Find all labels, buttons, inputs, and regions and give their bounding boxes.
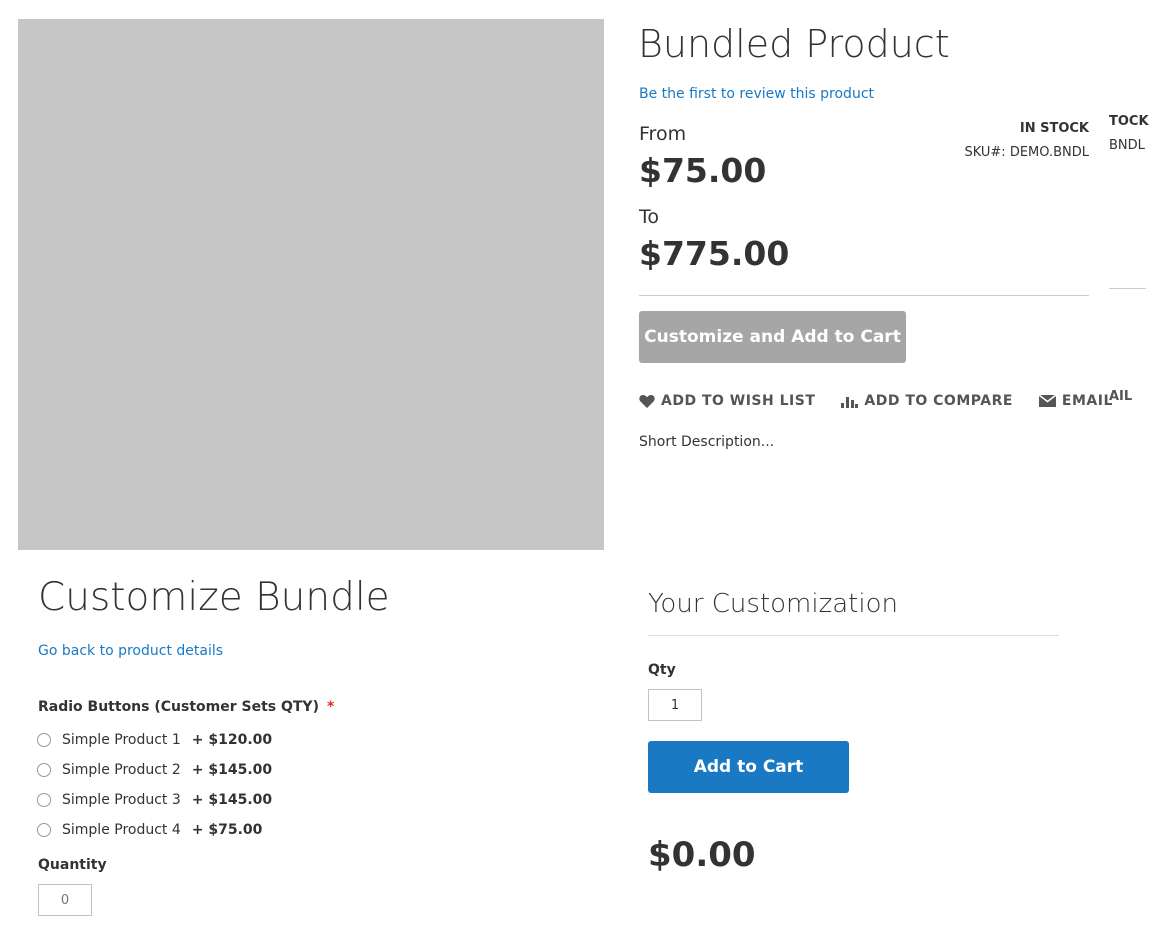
review-link[interactable]: Be the first to review this product	[639, 86, 874, 102]
divider	[648, 635, 1059, 636]
customize-add-to-cart-button[interactable]: Customize and Add to Cart	[639, 311, 906, 363]
bar-chart-icon	[841, 397, 859, 408]
sku-ghost: BNDL	[1109, 138, 1145, 153]
total-price: $0.00	[648, 835, 756, 875]
option-name: Simple Product 3	[62, 792, 181, 808]
add-to-compare-label: ADD TO COMPARE	[864, 393, 1013, 409]
option-name: Simple Product 4	[62, 822, 181, 838]
your-customization-title: Your Customization	[648, 589, 898, 619]
divider	[639, 295, 1089, 296]
envelope-icon	[1038, 395, 1056, 407]
short-description: Short Description...	[639, 434, 775, 450]
add-to-cart-button[interactable]: Add to Cart	[648, 741, 849, 793]
quantity-input[interactable]	[38, 884, 92, 916]
page-title: Bundled Product	[638, 22, 950, 66]
option-radio-2[interactable]	[37, 763, 51, 777]
product-image	[18, 19, 604, 550]
customize-bundle-title: Customize Bundle	[38, 575, 390, 620]
option-row: Simple Product 4 + $75.00	[37, 815, 272, 845]
option-price: + $120.00	[191, 732, 273, 748]
option-row: Simple Product 3 + $145.00	[37, 785, 272, 815]
price-from: $75.00	[639, 151, 767, 190]
qty-input[interactable]	[648, 689, 702, 721]
option-list: Simple Product 1 + $120.00 Simple Produc…	[37, 725, 272, 845]
price-from-label: From	[639, 123, 687, 145]
sku: SKU#: DEMO.BNDL	[964, 145, 1089, 160]
add-to-compare-link[interactable]: ADD TO COMPARE	[841, 393, 1013, 409]
option-radio-3[interactable]	[37, 793, 51, 807]
option-title: Radio Buttons (Customer Sets QTY) *	[38, 699, 334, 715]
option-name: Simple Product 2	[62, 762, 181, 778]
back-to-details-link[interactable]: Go back to product details	[38, 643, 223, 659]
option-name: Simple Product 1	[62, 732, 181, 748]
option-radio-4[interactable]	[37, 823, 51, 837]
stock-status-ghost: TOCK	[1109, 114, 1149, 129]
option-price: + $145.00	[191, 762, 273, 778]
option-price: + $75.00	[191, 822, 263, 838]
email-link[interactable]: EMAIL	[1038, 393, 1113, 409]
add-to-wishlist-label: ADD TO WISH LIST	[661, 393, 816, 409]
email-label: EMAIL	[1061, 393, 1113, 409]
divider-ghost	[1109, 288, 1146, 289]
heart-icon	[639, 394, 655, 408]
add-to-wishlist-link[interactable]: ADD TO WISH LIST	[639, 393, 815, 409]
option-row: Simple Product 1 + $120.00	[37, 725, 272, 755]
option-price: + $145.00	[191, 792, 273, 808]
price-to: $775.00	[639, 234, 790, 273]
option-row: Simple Product 2 + $145.00	[37, 755, 272, 785]
price-to-label: To	[639, 206, 660, 228]
product-actions: ADD TO WISH LIST ADD TO COMPARE EMAIL	[639, 393, 1113, 409]
quantity-label: Quantity	[38, 857, 107, 873]
option-title-label: Radio Buttons (Customer Sets QTY)	[38, 699, 319, 715]
stock-status: IN STOCK	[1019, 121, 1089, 136]
option-radio-1[interactable]	[37, 733, 51, 747]
qty-label: Qty	[648, 662, 676, 678]
required-mark: *	[326, 699, 335, 715]
